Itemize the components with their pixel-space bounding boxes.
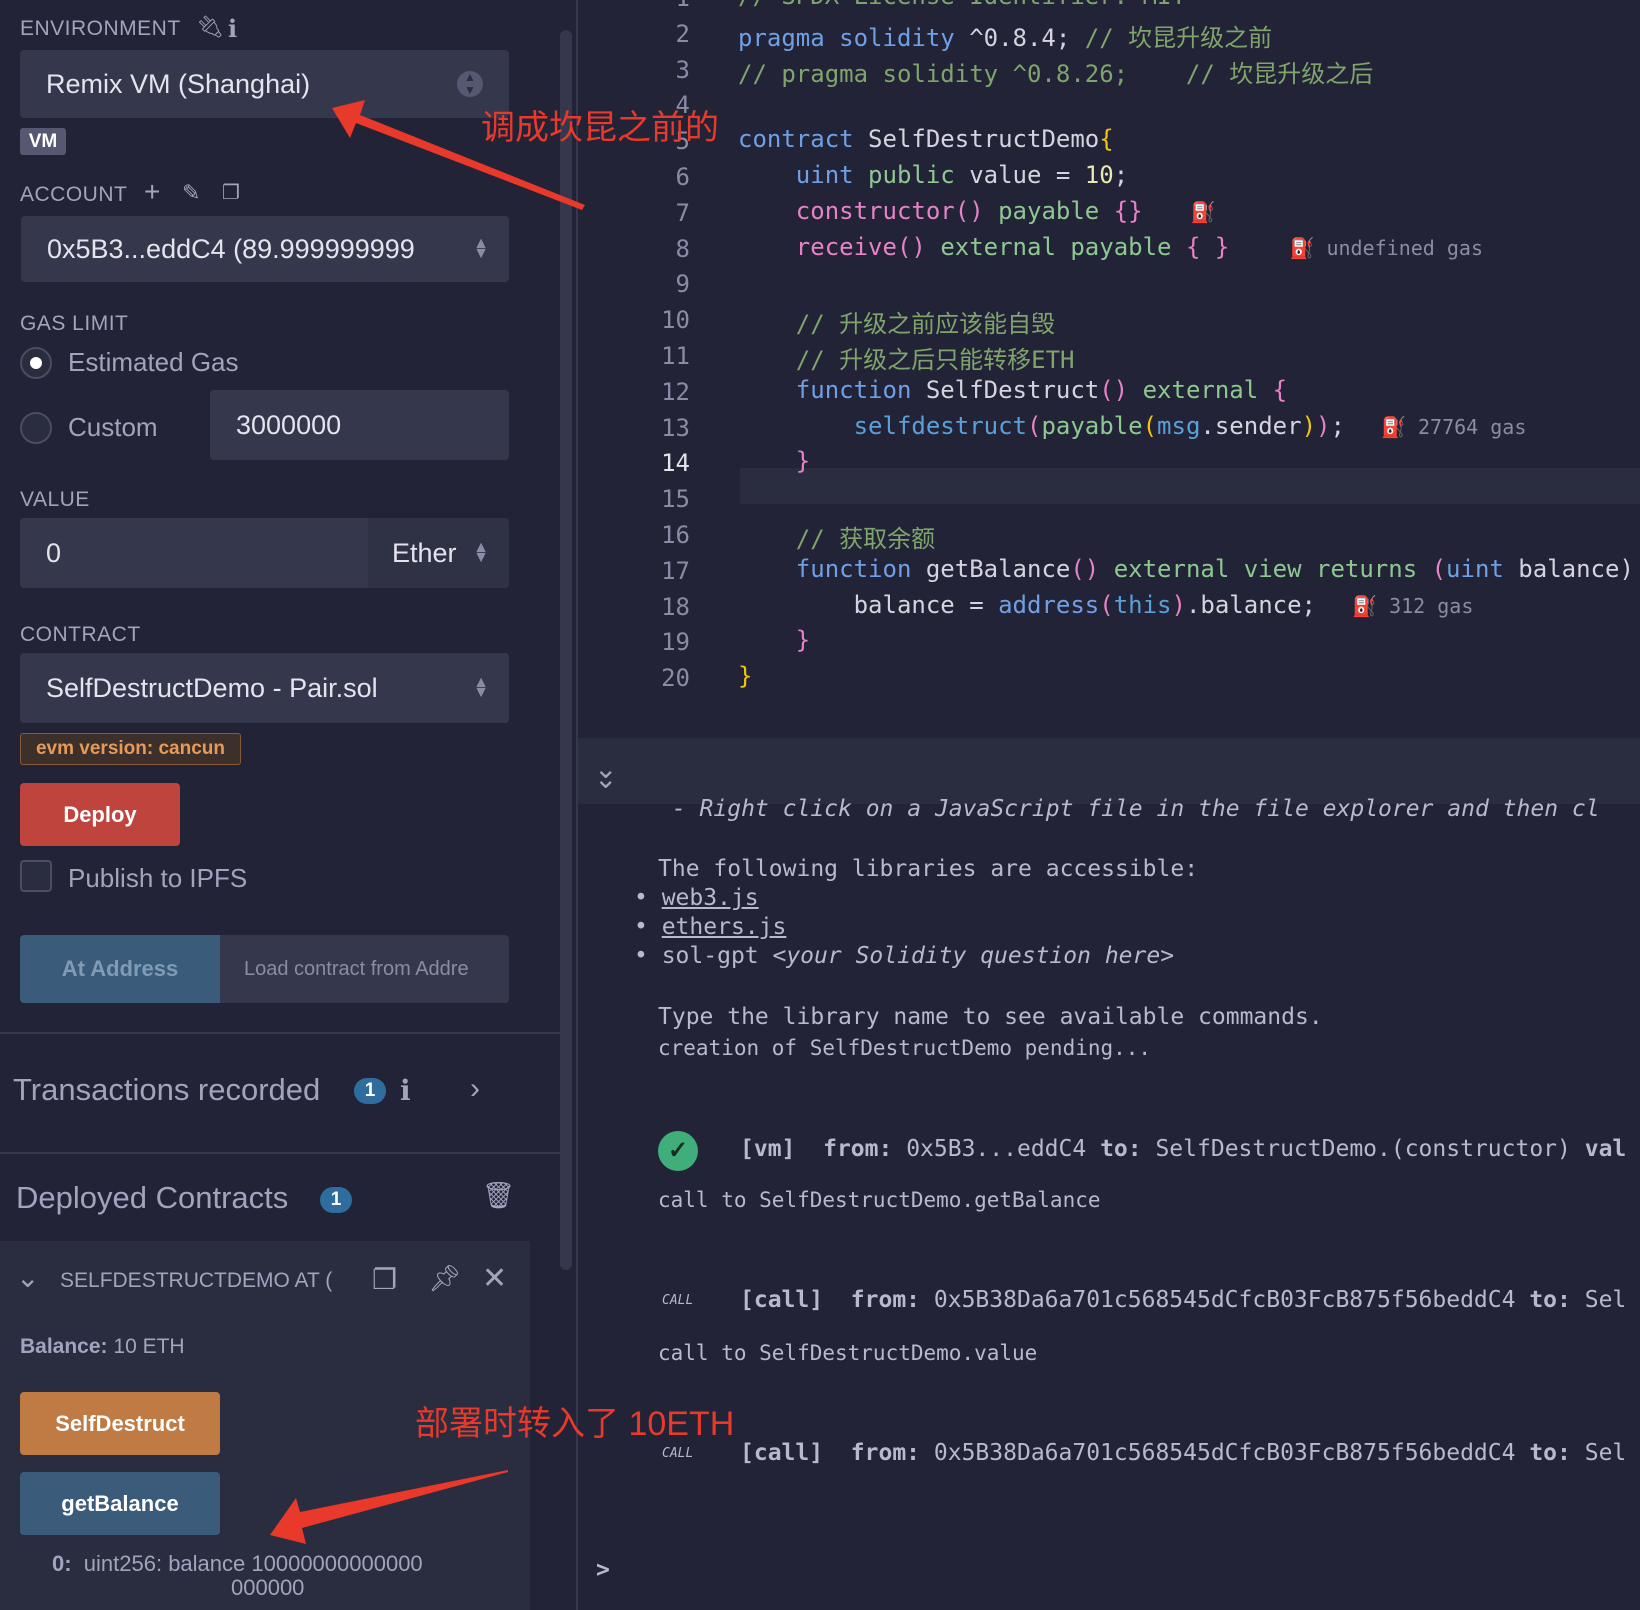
annotation-arrows [270,100,585,1544]
arrow-deploy [270,1470,508,1544]
arrow-env [332,100,585,210]
